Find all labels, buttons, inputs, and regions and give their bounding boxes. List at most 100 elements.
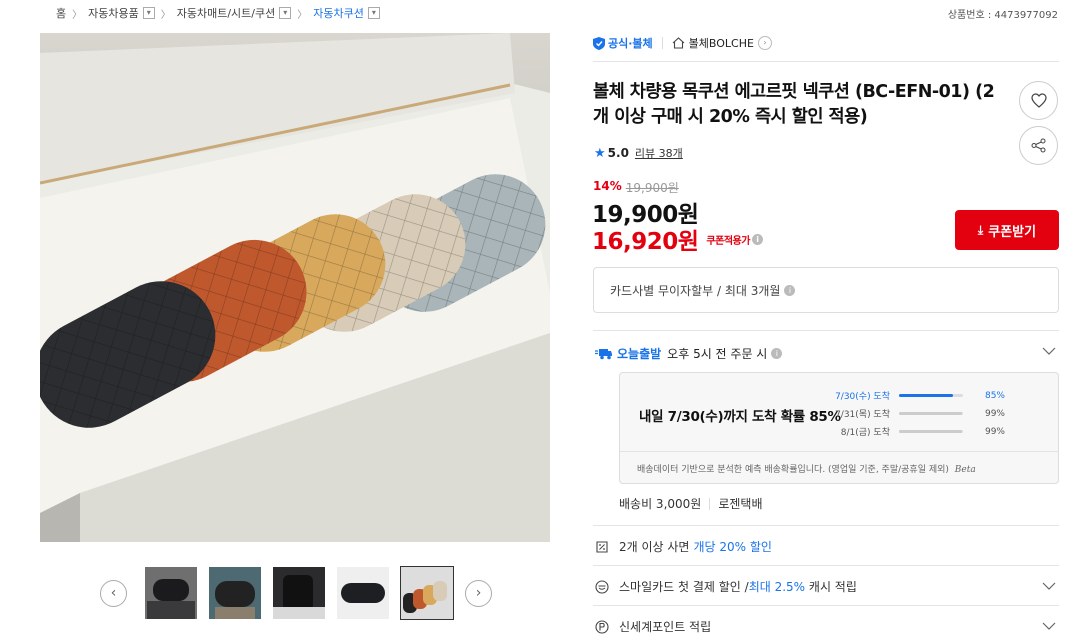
shipping-cutoff: 오후 5시 전 주문 시 <box>667 347 768 361</box>
info-icon[interactable]: i <box>771 348 783 359</box>
breadcrumb: 홈 〉 자동차용품 ▾ 〉 자동차매트/시트/쿠션 ▾ 〉 자동차쿠션 ▾ <box>56 5 380 21</box>
breadcrumb-sep-icon: 〉 <box>72 9 83 21</box>
product-photo <box>40 33 550 542</box>
breadcrumb-cat1[interactable]: 자동차용품 <box>88 5 139 21</box>
breadcrumb-cat2[interactable]: 자동차매트/시트/쿠션 <box>177 5 276 21</box>
divider <box>593 525 1059 526</box>
wishlist-button[interactable] <box>1019 81 1058 120</box>
shipping-today-row[interactable]: 오늘출발 오후 5시 전 주문 시 i <box>595 345 783 362</box>
beta-label: Beta <box>954 465 976 475</box>
multi-buy-highlight: 개당 20% 할인 <box>693 540 772 554</box>
delivery-bar-fill <box>899 412 963 415</box>
smile-highlight: 최대 2.5% <box>748 580 806 594</box>
info-icon[interactable]: i <box>751 233 763 245</box>
product-number: 상품번호 : 4473977092 <box>947 10 1058 21</box>
star-icon: ★ <box>594 145 606 161</box>
product-main-image[interactable] <box>40 33 550 542</box>
smile-suffix: 캐시 적립 <box>805 580 857 594</box>
chevron-right-icon[interactable]: › <box>757 36 772 50</box>
thumbnail-3[interactable] <box>273 567 325 619</box>
delivery-row: 7/31(목) 도착 99% <box>800 407 1040 421</box>
multi-buy-prefix: 2개 이상 사면 <box>619 540 690 554</box>
review-count-link[interactable]: 리뷰 38개 <box>635 145 683 161</box>
chevron-down-icon[interactable]: ▾ <box>367 7 380 19</box>
multi-buy-discount: 2개 이상 사면 개당 20% 할인 <box>595 538 772 555</box>
delivery-bar-fill <box>899 430 963 433</box>
delivery-note: 배송데이터 기반으로 분석한 예측 배송확률입니다. (영업일 기준, 주말/공… <box>637 462 976 475</box>
divider <box>709 497 711 510</box>
delivery-forecast-box: 내일 7/30(수)까지 도착 확률 85% 7/30(수) 도착 85% 7/… <box>619 372 1059 484</box>
delivery-bar <box>899 412 963 415</box>
breadcrumb-sep-icon: 〉 <box>297 9 308 21</box>
delivery-bar <box>899 430 963 433</box>
card-installment-box[interactable]: 카드사별 무이자할부 / 최대 3개월 i <box>593 267 1059 313</box>
thumbnail-strip: ‹ › <box>100 566 492 620</box>
coupon-applied-label: 쿠폰적용가 <box>706 235 750 247</box>
original-price: 19,900원 <box>625 181 679 195</box>
divider <box>593 605 1059 606</box>
coupon-download-button[interactable]: ⤓ 쿠폰받기 <box>955 210 1059 250</box>
point-icon <box>595 619 609 634</box>
divider <box>593 61 1059 62</box>
coupon-price-row: 16,920원 쿠폰적용가 i <box>592 222 763 256</box>
smile-icon <box>595 579 609 594</box>
brand-row: 공식·볼체 볼체BOLCHE › <box>593 35 772 51</box>
info-icon[interactable]: i <box>784 284 796 296</box>
delivery-note-text: 배송데이터 기반으로 분석한 예측 배송확률입니다. (영업일 기준, 주말/공… <box>637 465 949 475</box>
chevron-down-icon[interactable]: ▾ <box>279 7 292 19</box>
divider <box>661 37 663 49</box>
discount-row: 14% 19,900원 <box>593 179 679 196</box>
coupon-price: 16,920원 <box>592 229 699 255</box>
delivery-probability: 99% <box>984 408 1005 419</box>
coupon-button-label: 쿠폰받기 <box>988 224 1037 240</box>
delivery-probability: 85% <box>984 390 1005 401</box>
breadcrumb-sep-icon: 〉 <box>160 9 171 21</box>
chevron-down-icon[interactable] <box>1042 347 1056 355</box>
rating-score: 5.0 <box>607 146 629 160</box>
smile-card-benefit[interactable]: 스마일카드 첫 결제 할인 / 최대 2.5% 캐시 적립 <box>595 578 857 595</box>
home-icon <box>672 37 685 49</box>
delivery-date: 7/30(수) 도착 <box>835 392 890 402</box>
heart-icon <box>1030 93 1047 108</box>
delivery-probability: 99% <box>984 426 1005 437</box>
download-icon: ⤓ <box>977 222 984 237</box>
coupon-icon <box>596 540 608 553</box>
delivery-row: 7/30(수) 도착 85% <box>800 389 1040 403</box>
truck-icon <box>595 348 612 359</box>
today-shipping-label: 오늘출발 <box>617 347 662 361</box>
official-label: 공식·볼체 <box>608 37 653 50</box>
thumbnail-5-selected[interactable] <box>400 566 454 620</box>
shinsegae-point-benefit[interactable]: 신세계포인트 적립 <box>595 618 711 635</box>
delivery-date: 8/1(금) 도착 <box>840 428 890 438</box>
store-name-link[interactable]: 볼체BOLCHE <box>689 35 754 51</box>
thumbnail-4[interactable] <box>337 567 389 619</box>
card-installment-text: 카드사별 무이자할부 / 최대 3개월 <box>610 283 781 298</box>
official-store-badge[interactable]: 공식·볼체 <box>593 35 653 51</box>
divider <box>620 451 1058 452</box>
chevron-down-icon[interactable]: ▾ <box>142 7 155 19</box>
chevron-right-icon[interactable]: › <box>465 579 492 607</box>
divider <box>593 330 1059 331</box>
delivery-bar <box>899 394 963 397</box>
share-button[interactable] <box>1019 126 1058 165</box>
shipping-fee: 배송비 3,000원 <box>619 497 702 511</box>
chevron-down-icon[interactable] <box>1042 582 1056 590</box>
carrier: 로젠택배 <box>718 497 763 511</box>
point-text: 신세계포인트 적립 <box>619 620 712 634</box>
breadcrumb-cat3[interactable]: 자동차쿠션 <box>313 5 364 21</box>
chevron-left-icon[interactable]: ‹ <box>100 579 127 607</box>
delivery-row: 8/1(금) 도착 99% <box>800 425 1040 439</box>
chevron-down-icon[interactable] <box>1042 622 1056 630</box>
rating: ★ 5.0 리뷰 38개 <box>594 145 683 161</box>
shield-icon <box>593 36 605 50</box>
delivery-date: 7/31(목) 도착 <box>835 410 890 420</box>
smile-prefix: 스마일카드 첫 결제 할인 / <box>619 580 749 594</box>
discount-percent: 14% <box>593 179 622 193</box>
shipping-fee-row: 배송비 3,000원 로젠택배 <box>619 495 763 512</box>
share-icon <box>1031 138 1046 153</box>
breadcrumb-home[interactable]: 홈 <box>56 5 66 21</box>
thumbnail-2[interactable] <box>209 567 261 619</box>
thumbnail-1[interactable] <box>145 567 197 619</box>
delivery-bar-fill <box>899 394 954 397</box>
product-title: 볼체 차량용 목쿠션 에고르핏 넥쿠션 (BC-EFN-01) (2개 이상 구… <box>593 82 995 127</box>
